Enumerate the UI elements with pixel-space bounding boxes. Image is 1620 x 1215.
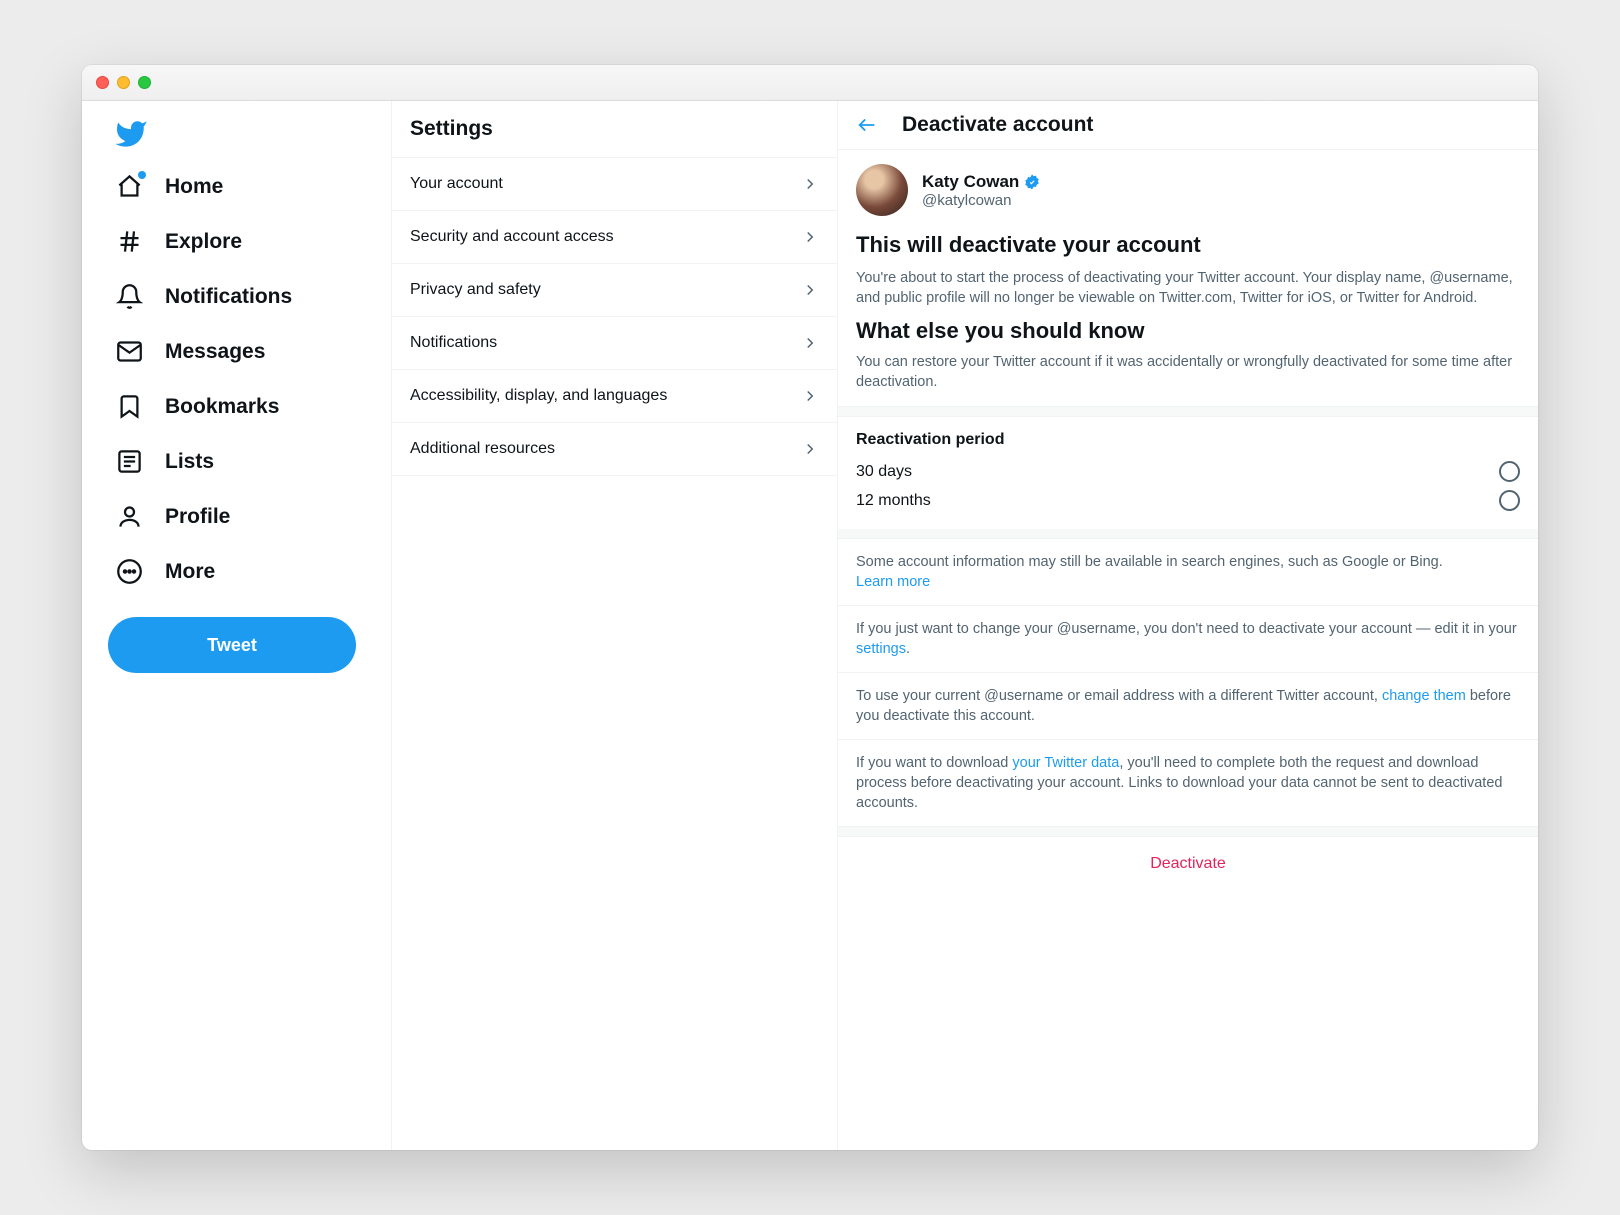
page-title: Deactivate account: [902, 113, 1093, 137]
settings-title: Settings: [392, 101, 837, 158]
back-arrow-icon[interactable]: [856, 114, 878, 136]
info-text: To use your current @username or email a…: [856, 688, 1382, 704]
chevron-right-icon: [801, 175, 819, 193]
info-text: If you just want to change your @usernam…: [856, 621, 1517, 637]
settings-column: Settings Your account Security and accou…: [392, 101, 838, 1150]
window-zoom-button[interactable]: [138, 76, 151, 89]
chevron-right-icon: [801, 387, 819, 405]
deactivate-button[interactable]: Deactivate: [838, 837, 1538, 891]
deactivate-heading: This will deactivate your account: [856, 232, 1520, 258]
settings-privacy[interactable]: Privacy and safety: [392, 264, 837, 317]
settings-link[interactable]: settings: [856, 641, 906, 657]
nav-label: Home: [165, 175, 223, 199]
app-window: Home Explore Notifications: [82, 65, 1538, 1150]
window-close-button[interactable]: [96, 76, 109, 89]
titlebar: [82, 65, 1538, 101]
window-minimize-button[interactable]: [117, 76, 130, 89]
deactivate-description: You're about to start the process of dea…: [856, 268, 1520, 308]
settings-row-label: Notifications: [410, 334, 497, 352]
tweet-button[interactable]: Tweet: [108, 617, 356, 673]
settings-row-label: Additional resources: [410, 440, 555, 458]
chevron-right-icon: [801, 281, 819, 299]
tweet-button-label: Tweet: [207, 635, 257, 656]
hash-icon: [116, 228, 143, 255]
radio-indicator[interactable]: [1499, 490, 1520, 511]
sidebar-nav: Home Explore Notifications: [82, 101, 392, 1150]
list-icon: [116, 448, 143, 475]
user-handle: @katylcowan: [922, 192, 1041, 209]
nav-home[interactable]: Home: [102, 159, 237, 214]
info-search-engines: Some account information may still be av…: [838, 539, 1538, 606]
reactivation-block: Reactivation period 30 days 12 months: [838, 417, 1538, 529]
display-name: Katy Cowan: [922, 172, 1019, 192]
info-text: .: [906, 641, 910, 657]
settings-accessibility[interactable]: Accessibility, display, and languages: [392, 370, 837, 423]
section-divider: [838, 827, 1538, 837]
home-icon: [116, 173, 143, 200]
change-them-link[interactable]: change them: [1382, 688, 1466, 704]
info-download: If you want to download your Twitter dat…: [838, 740, 1538, 827]
home-unread-dot: [138, 171, 146, 179]
know-heading: What else you should know: [856, 318, 1520, 344]
settings-row-label: Privacy and safety: [410, 281, 541, 299]
settings-security[interactable]: Security and account access: [392, 211, 837, 264]
settings-notifications[interactable]: Notifications: [392, 317, 837, 370]
chevron-right-icon: [801, 228, 819, 246]
nav-messages[interactable]: Messages: [102, 324, 279, 379]
deactivate-button-label: Deactivate: [1150, 855, 1226, 872]
twitter-data-link[interactable]: your Twitter data: [1012, 755, 1119, 771]
settings-your-account[interactable]: Your account: [392, 158, 837, 211]
nav-more[interactable]: More: [102, 544, 229, 599]
reactivation-option-label: 30 days: [856, 463, 912, 481]
section-divider: [838, 407, 1538, 417]
verified-badge-icon: [1023, 173, 1041, 191]
nav-label: Profile: [165, 505, 230, 529]
bookmark-icon: [116, 393, 143, 420]
nav-label: Messages: [165, 340, 265, 364]
reactivation-option-30-days[interactable]: 30 days: [856, 457, 1520, 486]
learn-more-link[interactable]: Learn more: [856, 574, 930, 590]
settings-row-label: Accessibility, display, and languages: [410, 387, 667, 405]
nav-label: Lists: [165, 450, 214, 474]
avatar: [856, 164, 908, 216]
info-reuse: To use your current @username or email a…: [838, 673, 1538, 740]
main-column: Deactivate account Katy Cowan @katylcowa…: [838, 101, 1538, 1150]
nav-bookmarks[interactable]: Bookmarks: [102, 379, 293, 434]
chevron-right-icon: [801, 334, 819, 352]
settings-row-label: Your account: [410, 175, 503, 193]
info-text: If you want to download: [856, 755, 1012, 771]
mail-icon: [116, 338, 143, 365]
twitter-logo-icon[interactable]: [114, 117, 148, 151]
section-divider: [838, 529, 1538, 539]
info-text: Some account information may still be av…: [856, 554, 1443, 570]
nav-label: More: [165, 560, 215, 584]
main-header: Deactivate account: [838, 101, 1538, 150]
reactivation-title: Reactivation period: [856, 431, 1520, 449]
nav-lists[interactable]: Lists: [102, 434, 228, 489]
settings-additional[interactable]: Additional resources: [392, 423, 837, 476]
nav-explore[interactable]: Explore: [102, 214, 256, 269]
user-icon: [116, 503, 143, 530]
display-name-row: Katy Cowan: [922, 172, 1041, 192]
radio-indicator[interactable]: [1499, 461, 1520, 482]
nav-notifications[interactable]: Notifications: [102, 269, 306, 324]
nav-label: Bookmarks: [165, 395, 279, 419]
nav-label: Notifications: [165, 285, 292, 309]
nav-profile[interactable]: Profile: [102, 489, 244, 544]
profile-summary: Katy Cowan @katylcowan: [838, 150, 1538, 228]
content-columns: Home Explore Notifications: [82, 101, 1538, 1150]
know-text: You can restore your Twitter account if …: [856, 352, 1520, 392]
nav-label: Explore: [165, 230, 242, 254]
deactivate-section: This will deactivate your account You're…: [838, 228, 1538, 407]
chevron-right-icon: [801, 440, 819, 458]
reactivation-option-12-months[interactable]: 12 months: [856, 486, 1520, 515]
bell-icon: [116, 283, 143, 310]
more-icon: [116, 558, 143, 585]
settings-row-label: Security and account access: [410, 228, 614, 246]
info-username: If you just want to change your @usernam…: [838, 606, 1538, 673]
reactivation-option-label: 12 months: [856, 492, 931, 510]
